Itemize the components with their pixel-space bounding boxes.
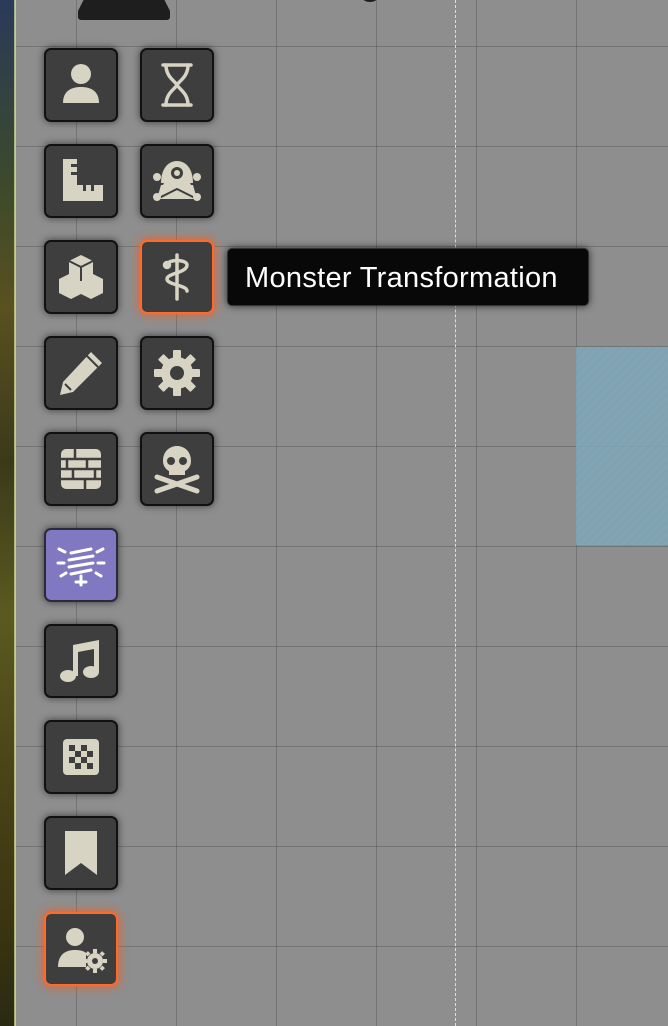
tool-wall-controls[interactable] [44, 432, 118, 506]
cubes-icon [59, 255, 103, 299]
hourglass-icon [161, 63, 193, 107]
tool-token-controls[interactable] [44, 48, 118, 122]
tool-settings[interactable] [140, 336, 214, 410]
lightbulb-icon [56, 547, 106, 587]
tool-region-controls[interactable] [44, 720, 118, 794]
background-scene-strip [0, 0, 15, 1026]
music-note-icon [60, 640, 99, 682]
ruler-icon [63, 159, 103, 201]
guide-dashed-line [455, 0, 456, 1026]
tool-sound-controls[interactable] [44, 624, 118, 698]
tool-measurement-controls[interactable] [44, 144, 118, 218]
tool-tile-controls[interactable] [44, 240, 118, 314]
tool-user-config[interactable] [44, 912, 118, 986]
tooltip: Monster Transformation [227, 248, 589, 306]
bookmark-icon [65, 831, 97, 875]
person-icon [63, 64, 99, 103]
tool-monster-transformation[interactable] [140, 240, 214, 314]
tool-journal-notes[interactable] [44, 816, 118, 890]
brick-wall-icon [61, 449, 101, 489]
tool-drawing-tools[interactable] [44, 336, 118, 410]
pencil-icon [60, 352, 102, 395]
hatched-region [576, 347, 668, 545]
monster-icon [153, 161, 201, 201]
tool-lighting-controls[interactable] [44, 528, 118, 602]
token-base [78, 0, 170, 20]
tool-monster[interactable] [140, 144, 214, 218]
user-gear-icon [58, 928, 107, 973]
tool-combat-tracker[interactable] [140, 48, 214, 122]
caduceus-icon [162, 253, 189, 301]
tool-skull[interactable] [140, 432, 214, 506]
gear-icon [154, 350, 200, 396]
checkerboard-icon [63, 739, 99, 775]
skull-crossbones-icon [154, 446, 200, 494]
